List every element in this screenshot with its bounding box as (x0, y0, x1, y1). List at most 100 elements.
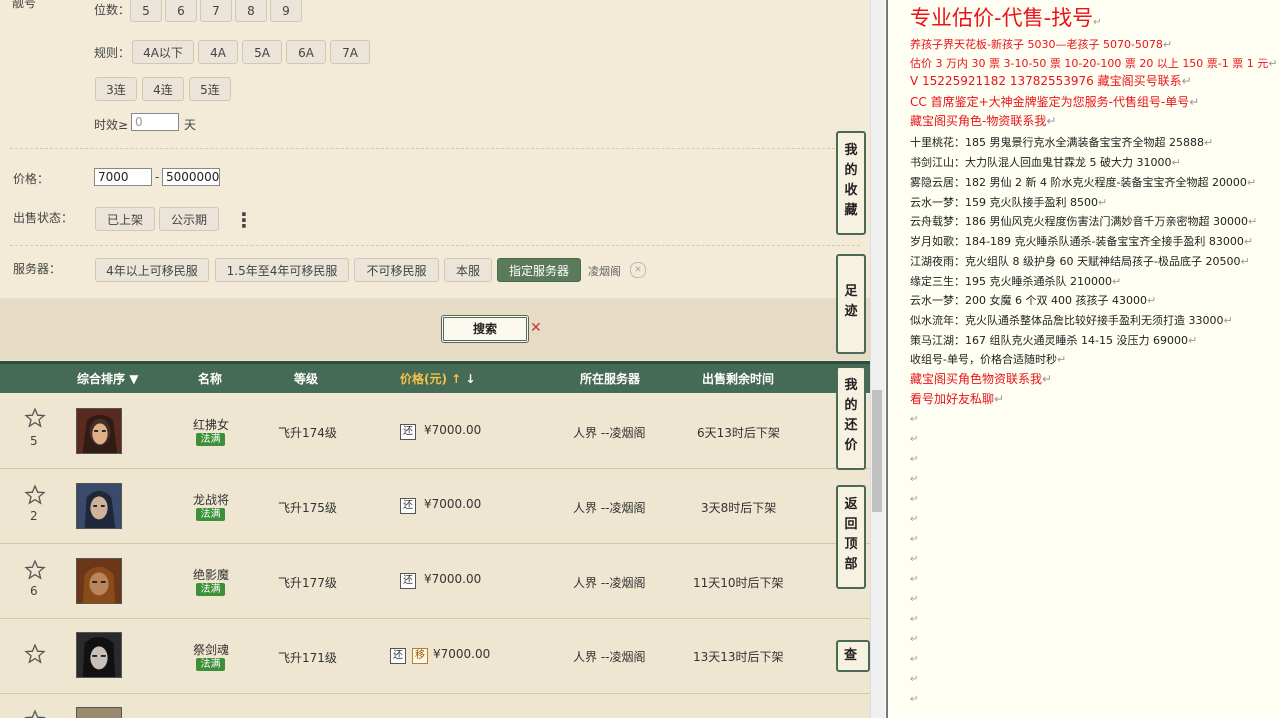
empty-line-mark: ↵ (910, 694, 919, 705)
empty-line-mark: ↵ (910, 554, 919, 565)
server-header: 所在服务器 (580, 372, 641, 386)
pretty-number-label: 靓号 (12, 0, 37, 10)
table-row[interactable]: 6 绝影魔 法满 飞升177级 还 ¥7000.00 人界 --凌烟阁 11天1… (0, 544, 870, 619)
favorite-star-icon[interactable] (24, 559, 46, 581)
price-max-input[interactable]: 5000000 (162, 168, 220, 186)
notes-line: 似水流年：克火队通杀整体品詹比较好接手盈利无须打造 33000↵ (910, 314, 1233, 327)
rule-option[interactable]: 6A (286, 40, 326, 64)
character-avatar[interactable] (76, 632, 122, 678)
character-avatar[interactable] (76, 707, 122, 718)
notes-line: 云舟载梦：186 男仙风克火程度伤害法门满妙音千万亲密物超 30000↵ (910, 215, 1258, 228)
scrollbar-thumb[interactable] (872, 390, 882, 512)
price-header[interactable]: 价格(元) ↑ ↓ (400, 370, 475, 387)
selected-server-chip: 凌烟阁 (588, 265, 621, 278)
table-header: 综合排序 ▼ 名称 等级 价格(元) ↑ ↓ 所在服务器 出售剩余时间 (0, 361, 870, 393)
server-option[interactable]: 不可移民服 (354, 258, 439, 282)
digits-option[interactable]: 7 (200, 0, 232, 22)
price-label: 价格： (13, 172, 50, 186)
my-favorites-button[interactable]: 我的收藏 (836, 131, 866, 235)
spec-badge: 法满 (196, 508, 225, 521)
spec-badge: 法满 (196, 658, 225, 671)
character-avatar[interactable] (76, 483, 122, 529)
notes-line: 收组号-单号，价格合适随时秒↵ (910, 353, 1067, 366)
table-row[interactable] (0, 694, 870, 718)
view-button[interactable]: 查 (836, 640, 870, 672)
notes-line: V 15225921182 13782553976 藏宝阁买号联系↵ (910, 74, 1192, 88)
server-option[interactable]: 4年以上可移民服 (95, 258, 209, 282)
table-row[interactable]: 祭剑魂 法满 飞升171级 还 移 ¥7000.00 人界 --凌烟阁 13天1… (0, 619, 870, 694)
more-options-icon[interactable]: ⋮ (234, 208, 254, 232)
footprints-button[interactable]: 足迹 (836, 254, 866, 354)
rule-option[interactable]: 3连 (95, 77, 137, 101)
spec-badge: 法满 (196, 583, 225, 596)
clear-server-icon[interactable]: ✕ (630, 262, 646, 278)
server-option[interactable]: 本服 (444, 258, 492, 282)
empty-line-mark: ↵ (910, 594, 919, 605)
table-row[interactable]: 2 龙战将 法满 飞升175级 还 ¥7000.00 人界 --凌烟阁 3天8时… (0, 469, 870, 544)
spec-badge: 法满 (196, 433, 225, 446)
table-row[interactable]: 5 红拂女 法满 飞升174级 还 ¥7000.00 人界 --凌烟阁 6天13… (0, 394, 870, 469)
character-avatar[interactable] (76, 558, 122, 604)
notes-line: 藏宝阁买角色-物资联系我↵ (910, 114, 1057, 128)
character-name[interactable]: 龙战将 (193, 491, 229, 508)
divider (10, 148, 860, 149)
search-button[interactable]: 搜索 (441, 315, 529, 343)
empty-line-mark: ↵ (910, 574, 919, 585)
server-option-selected[interactable]: 指定服务器 (497, 258, 581, 282)
empty-line-mark: ↵ (910, 634, 919, 645)
search-band (0, 298, 870, 360)
notes-line: 估价 3 万内 30 票 3-10-50 票 10-20-100 票 20 以上… (910, 57, 1278, 70)
price-min-input[interactable]: 7000 (94, 168, 152, 186)
page-scrollbar[interactable] (870, 0, 885, 718)
search-close-icon[interactable]: ✕ (530, 320, 542, 336)
digits-option[interactable]: 9 (270, 0, 302, 22)
validity-input[interactable]: 0 (131, 113, 179, 131)
my-offers-button[interactable]: 我的还价 (836, 366, 866, 470)
bargain-tag: 还 (400, 424, 416, 440)
price-value: ¥7000.00 (424, 497, 482, 511)
favorite-star-icon[interactable] (24, 407, 46, 429)
notes-title: 专业估价-代售-找号↵ (910, 6, 1102, 30)
favorite-star-icon[interactable] (24, 484, 46, 506)
sort-header[interactable]: 综合排序 ▼ (77, 370, 138, 387)
notes-line: 雾隐云居：182 男仙 2 新 4 阶水克火程度-装备宝宝齐全物超 20000↵ (910, 176, 1257, 189)
time-header: 出售剩余时间 (702, 372, 775, 386)
price-value: ¥7000.00 (433, 647, 491, 661)
notes-line: 缘定三生：195 克火睡杀通杀队 210000↵ (910, 275, 1122, 288)
empty-line-mark: ↵ (910, 454, 919, 465)
rule-option[interactable]: 4连 (142, 77, 184, 101)
rule-option[interactable]: 7A (330, 40, 370, 64)
server-value: 人界 --凌烟阁 (573, 501, 646, 515)
notes-line: 书剑江山：大力队混人回血鬼甘霖龙 5 破大力 31000↵ (910, 156, 1181, 169)
status-option[interactable]: 已上架 (95, 207, 155, 231)
notes-line: 岁月如歌：184-189 克火睡杀队通杀-装备宝宝齐全接手盈利 83000↵ (910, 235, 1254, 248)
character-name[interactable]: 红拂女 (193, 416, 229, 433)
server-value: 人界 --凌烟阁 (573, 426, 646, 440)
status-option[interactable]: 公示期 (159, 207, 219, 231)
rule-option[interactable]: 5连 (189, 77, 231, 101)
rule-option[interactable]: 4A (198, 40, 238, 64)
character-name[interactable]: 绝影魔 (193, 566, 229, 583)
divider (10, 245, 860, 246)
rule-label: 规则： (94, 46, 131, 60)
digits-option[interactable]: 8 (235, 0, 267, 22)
server-value: 人界 --凌烟阁 (573, 576, 646, 590)
character-avatar[interactable] (76, 408, 122, 454)
empty-line-mark: ↵ (910, 414, 919, 425)
filter-panel: 靓号 位数： 5 6 7 8 9 规则： 4A以下 4A 5A 6A 7A 3连… (0, 0, 870, 299)
favorite-star-icon[interactable] (24, 643, 46, 665)
time-remaining: 6天13时后下架 (697, 426, 780, 440)
rule-option[interactable]: 5A (242, 40, 282, 64)
level-header: 等级 (294, 372, 319, 386)
favorite-star-icon[interactable] (24, 709, 46, 718)
character-level: 飞升175级 (278, 501, 337, 515)
digits-option[interactable]: 5 (130, 0, 162, 22)
character-name[interactable]: 祭剑魂 (193, 641, 229, 658)
digits-option[interactable]: 6 (165, 0, 197, 22)
server-option[interactable]: 1.5年至4年可移民服 (215, 258, 349, 282)
time-remaining: 13天13时后下架 (693, 650, 784, 664)
status-label: 出售状态： (13, 211, 74, 225)
notes-line: 十里桃花：185 男鬼景行克水全满装备宝宝齐全物超 25888↵ (910, 136, 1214, 149)
back-to-top-button[interactable]: 返回顶部 (836, 485, 866, 589)
rule-option[interactable]: 4A以下 (132, 40, 194, 64)
